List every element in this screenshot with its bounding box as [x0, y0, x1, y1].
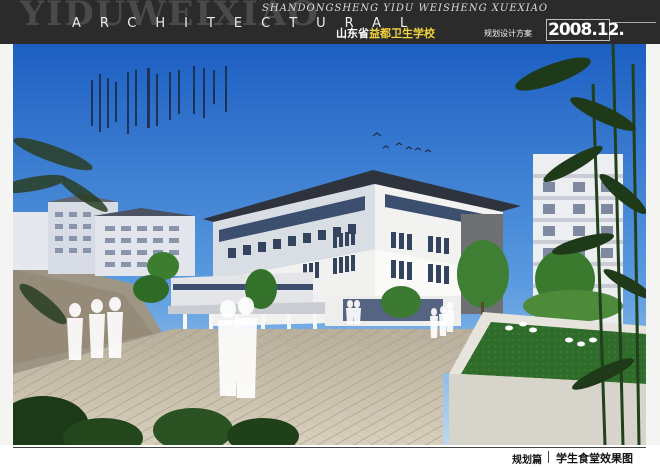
rendering-image [13, 44, 646, 445]
footer-section-label: 规划篇 [512, 455, 542, 466]
header-corner-line [612, 22, 656, 41]
title-prefix: 山东省 [336, 27, 369, 40]
footer-rule [13, 447, 646, 448]
rendering-svg [13, 44, 646, 445]
footer-title: 学生食堂效果图 [556, 452, 633, 465]
project-title: 山东省益都卫生学校 [336, 25, 435, 41]
lawn-planter [449, 312, 646, 445]
footer-separator [548, 451, 549, 463]
header-band: YIDUWEIXIAO SHANDONGSHENG YIDU WEISHENG … [0, 0, 660, 44]
pinyin-title: SHANDONGSHENG YIDU WEISHENG XUEXIAO [262, 3, 549, 14]
footer-band: 规划篇 学生食堂效果图 [0, 445, 660, 467]
title-highlight: 益都卫生学校 [369, 27, 435, 40]
project-subtitle: 规划设计方案 [484, 29, 532, 38]
poster-page: YIDUWEIXIAO SHANDONGSHENG YIDU WEISHENG … [0, 0, 660, 467]
